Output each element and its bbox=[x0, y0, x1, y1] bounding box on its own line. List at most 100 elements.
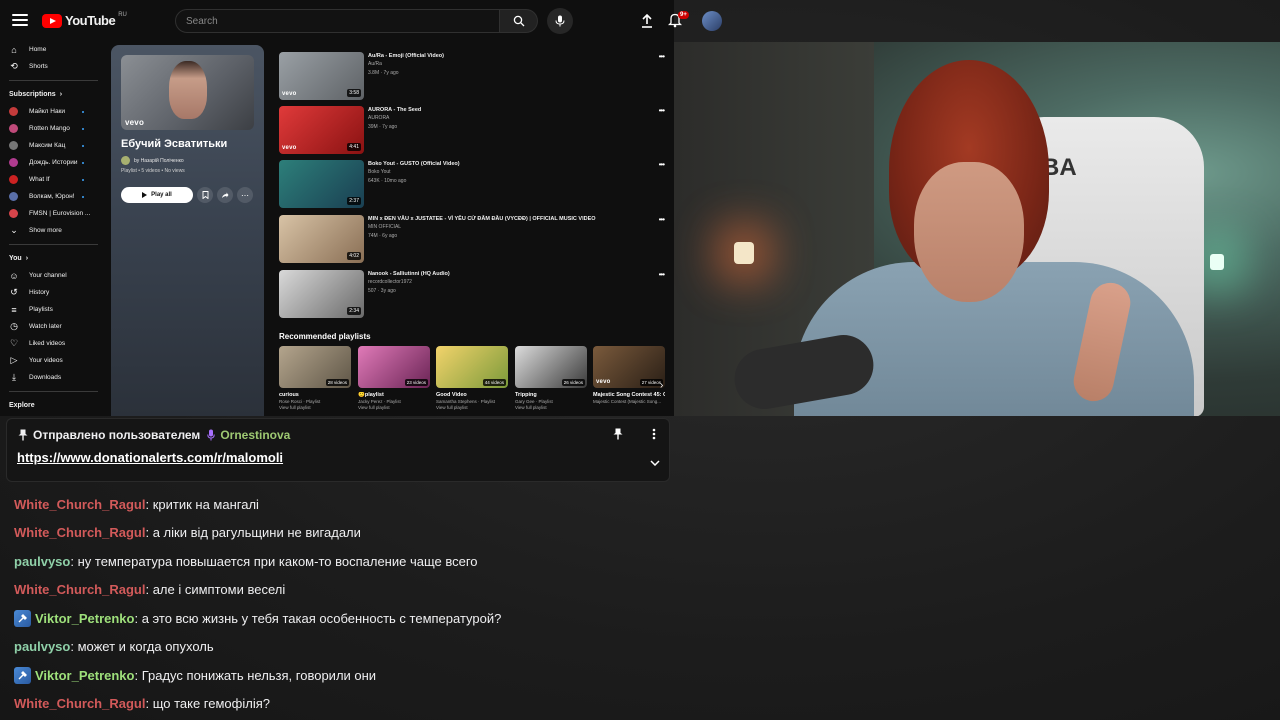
view-full-playlist-link[interactable]: View full playlist bbox=[279, 405, 351, 410]
view-full-playlist-link[interactable]: View full playlist bbox=[436, 405, 508, 410]
youtube-logo[interactable]: YouTube RU bbox=[42, 12, 127, 28]
playlist-name[interactable]: Tripping bbox=[515, 392, 587, 398]
account-avatar[interactable] bbox=[702, 11, 722, 31]
playlist-author[interactable]: by Назарій Поліченко bbox=[121, 156, 184, 165]
recommended-playlist-card[interactable]: 23 videos 🙂playlist Jacky Perez · Playli… bbox=[358, 346, 430, 410]
sidebar-item-subscription[interactable]: Дождь. Истории bbox=[0, 154, 110, 171]
new-content-dot bbox=[82, 195, 84, 198]
sidebar-item-subscription[interactable]: Волкам, Юрон! bbox=[0, 188, 110, 205]
sidebar-item-subscription[interactable]: Майкл Наки bbox=[0, 103, 110, 120]
more-options-button[interactable]: ⋯ bbox=[237, 187, 253, 203]
voice-search-button[interactable] bbox=[547, 8, 573, 34]
chat-username[interactable]: paulvyso bbox=[14, 639, 70, 654]
share-button[interactable] bbox=[217, 187, 233, 203]
video-title[interactable]: MIN x ĐEN VÂU x JUSTATEE - VÌ YÊU CỨ ĐÂM… bbox=[368, 216, 596, 222]
video-title[interactable]: Boko Yout - GUSTO (Official Video) bbox=[368, 161, 460, 167]
playlist-thumbnail[interactable]: vevo bbox=[121, 55, 254, 130]
video-menu-icon[interactable]: ••• bbox=[659, 160, 665, 169]
view-full-playlist-link[interactable]: View full playlist bbox=[358, 405, 430, 410]
sidebar-item-subscription[interactable]: What If bbox=[0, 171, 110, 188]
recommended-playlist-card[interactable]: 26 videos Tripping Gary Gee · Playlist V… bbox=[515, 346, 587, 410]
you-header[interactable]: You › bbox=[0, 250, 110, 267]
chat-username[interactable]: White_Church_Ragul bbox=[14, 497, 145, 512]
more-options-button[interactable] bbox=[647, 427, 661, 441]
search-button[interactable] bbox=[500, 9, 538, 33]
chat-username[interactable]: White_Church_Ragul bbox=[14, 582, 145, 597]
playlist-thumbnail[interactable]: vevo 27 videos bbox=[593, 346, 665, 388]
view-full-playlist-link[interactable]: View full playlist bbox=[515, 405, 587, 410]
sidebar-item-your-videos[interactable]: ▷ Your videos bbox=[0, 352, 110, 369]
recommended-playlist-card[interactable]: 44 videos Good Video Samantha Stephens ·… bbox=[436, 346, 508, 410]
video-channel[interactable]: MIN OFFICIAL bbox=[368, 224, 401, 230]
playlist-video-item[interactable]: vevo 3:58 Au/Ra - Emoji (Official Video)… bbox=[279, 52, 669, 100]
chat-text: що таке гемофілія? bbox=[152, 696, 270, 712]
pinned-author[interactable]: Ornestinova bbox=[220, 428, 290, 442]
video-menu-icon[interactable]: ••• bbox=[659, 270, 665, 279]
sidebar-item-watch-later[interactable]: ◷ Watch later bbox=[0, 318, 110, 335]
playlist-name[interactable]: 🙂playlist bbox=[358, 392, 430, 398]
hamburger-menu-icon[interactable] bbox=[12, 12, 28, 28]
playlist-video-item[interactable]: 2:37 Boko Yout - GUSTO (Official Video) … bbox=[279, 160, 669, 208]
expand-button[interactable] bbox=[648, 456, 662, 470]
video-thumbnail[interactable]: vevo 3:58 bbox=[279, 52, 364, 100]
video-channel[interactable]: Boko Yout bbox=[368, 169, 391, 175]
video-channel[interactable]: recordcollector1972 bbox=[368, 279, 412, 285]
playlist-thumbnail[interactable]: 28 videos bbox=[279, 346, 351, 388]
video-channel[interactable]: AURORA bbox=[368, 115, 389, 121]
subscriptions-header[interactable]: Subscriptions › bbox=[0, 86, 110, 103]
video-title[interactable]: Au/Ra - Emoji (Official Video) bbox=[368, 53, 444, 59]
video-menu-icon[interactable]: ••• bbox=[659, 106, 665, 115]
sidebar-item-history[interactable]: ↺ History bbox=[0, 284, 110, 301]
webcam-feed: BA bbox=[674, 42, 1280, 416]
sidebar-item-subscription[interactable]: FMSN | Eurovision ... bbox=[0, 205, 110, 222]
playlist-video-item[interactable]: 2:34 Nanook - Salliutinni (HQ Audio) rec… bbox=[279, 270, 669, 318]
pin-icon bbox=[613, 428, 623, 440]
playlist-video-item[interactable]: 4:02 MIN x ĐEN VÂU x JUSTATEE - VÌ YÊU C… bbox=[279, 215, 669, 263]
playlist-thumbnail[interactable]: 23 videos bbox=[358, 346, 430, 388]
play-all-button[interactable]: Play all bbox=[121, 187, 193, 203]
playlist-name[interactable]: Good Video bbox=[436, 392, 508, 398]
sidebar-item-liked-videos[interactable]: ♡ Liked videos bbox=[0, 335, 110, 352]
video-menu-icon[interactable]: ••• bbox=[659, 52, 665, 61]
sidebar-item-your-channel[interactable]: ☺ Your channel bbox=[0, 267, 110, 284]
unpin-button[interactable] bbox=[611, 427, 625, 441]
subscriber-badge-icon[interactable] bbox=[14, 609, 31, 627]
sidebar-item-subscription[interactable]: Максим Кац bbox=[0, 137, 110, 154]
video-title[interactable]: Nanook - Salliutinni (HQ Audio) bbox=[368, 271, 450, 277]
chat-username[interactable]: White_Church_Ragul bbox=[14, 696, 145, 711]
recommended-playlist-card[interactable]: 28 videos curious Rose Rosci · Playlist … bbox=[279, 346, 351, 410]
chat-username[interactable]: Viktor_Petrenko bbox=[35, 611, 134, 626]
chat-username[interactable]: paulvyso bbox=[14, 554, 70, 569]
youtube-sidebar: ⌂ Home ⟲ Shorts Subscriptions › Майкл Нак… bbox=[0, 42, 110, 416]
playlist-video-item[interactable]: vevo 4:41 AURORA - The Seed AURORA 39M ·… bbox=[279, 106, 669, 154]
video-menu-icon[interactable]: ••• bbox=[659, 215, 665, 224]
search-input[interactable] bbox=[176, 10, 499, 32]
chevron-down-icon bbox=[650, 460, 660, 466]
video-duration: 4:41 bbox=[347, 143, 361, 151]
playlist-name[interactable]: Majestic Song Contest 45: Grand Final bbox=[593, 392, 665, 398]
video-title[interactable]: AURORA - The Seed bbox=[368, 107, 421, 113]
chat-username[interactable]: White_Church_Ragul bbox=[14, 525, 145, 540]
donation-link[interactable]: https://www.donationalerts.com/r/malomol… bbox=[17, 450, 283, 465]
scroll-right-icon[interactable]: › bbox=[660, 380, 663, 391]
subscriber-badge-icon[interactable] bbox=[14, 666, 31, 684]
playlist-thumbnail[interactable]: 44 videos bbox=[436, 346, 508, 388]
recommended-playlist-card[interactable]: vevo 27 videos Majestic Song Contest 45:… bbox=[593, 346, 665, 404]
chat-username[interactable]: Viktor_Petrenko bbox=[35, 668, 134, 683]
video-thumbnail[interactable]: 2:34 bbox=[279, 270, 364, 318]
video-thumbnail[interactable]: vevo 4:41 bbox=[279, 106, 364, 154]
sidebar-item-playlists[interactable]: ≡ Playlists bbox=[0, 301, 110, 318]
video-channel[interactable]: Au/Ra bbox=[368, 61, 382, 67]
sidebar-show-more[interactable]: ⌄ Show more bbox=[0, 222, 110, 239]
sidebar-item-shorts[interactable]: ⟲ Shorts bbox=[0, 58, 110, 75]
sidebar-item-downloads[interactable]: ⤓ Downloads bbox=[0, 369, 110, 386]
video-thumbnail[interactable]: 4:02 bbox=[279, 215, 364, 263]
save-playlist-button[interactable] bbox=[197, 187, 213, 203]
sidebar-item-subscription[interactable]: Rotten Mango bbox=[0, 120, 110, 137]
sidebar-item-home[interactable]: ⌂ Home bbox=[0, 41, 110, 58]
playlist-name[interactable]: curious bbox=[279, 392, 351, 398]
video-stats: 507 · 3y ago bbox=[368, 288, 396, 294]
video-thumbnail[interactable]: 2:37 bbox=[279, 160, 364, 208]
upload-button[interactable] bbox=[638, 12, 656, 30]
playlist-thumbnail[interactable]: 26 videos bbox=[515, 346, 587, 388]
